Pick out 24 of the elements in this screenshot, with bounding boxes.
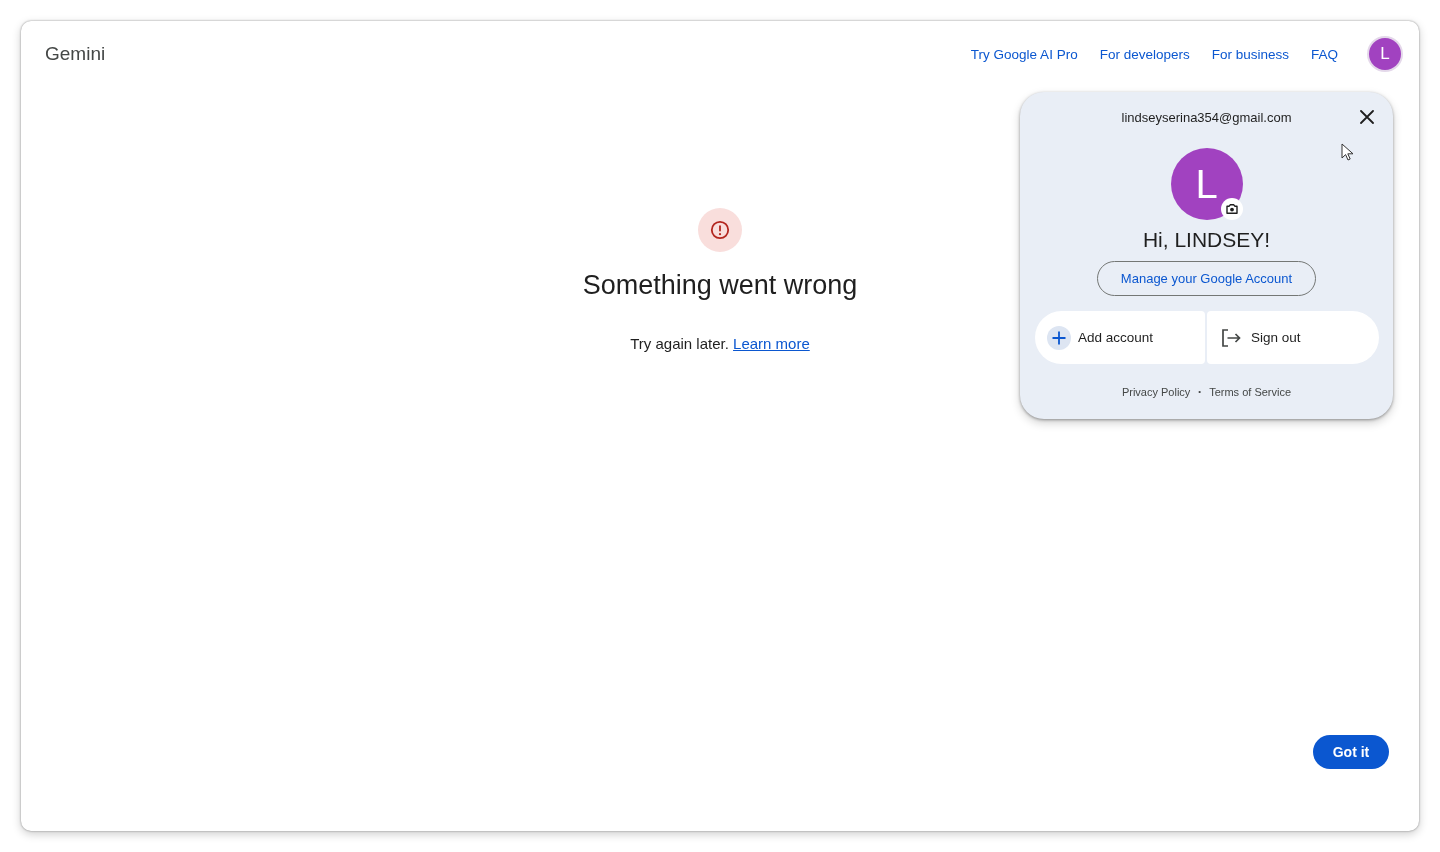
footer-link[interactable]: Terms of Service	[1209, 385, 1292, 399]
separator-dot: •	[1198, 386, 1202, 398]
nav-link[interactable]: Try Google AI Pro	[970, 46, 1078, 62]
nav-link[interactable]: FAQ	[1311, 46, 1338, 62]
account-email: lindseyserina354@gmail.com	[1120, 109, 1293, 125]
learn-more-link[interactable]: Learn more	[733, 335, 810, 352]
error-icon	[698, 208, 742, 252]
plus-icon	[1047, 325, 1071, 350]
nav-link[interactable]: For developers	[1099, 46, 1190, 62]
gemini-logo: Gemini	[45, 43, 106, 65]
nav-link[interactable]: For business	[1211, 46, 1289, 62]
footer-link[interactable]: Privacy Policy	[1121, 385, 1191, 399]
avatar-button[interactable]: L	[1369, 38, 1401, 70]
error-title: Something went wrong	[582, 269, 858, 302]
greeting: Hi, LINDSEY!	[1142, 227, 1271, 253]
sign-out-icon	[1221, 328, 1241, 347]
sign-out-button[interactable]: Sign out	[1207, 311, 1379, 364]
profile-avatar: L	[1170, 148, 1243, 220]
add-account-button[interactable]: Add account	[1035, 311, 1205, 364]
camera-icon[interactable]	[1220, 198, 1243, 220]
close-icon	[1360, 110, 1374, 124]
mouse-pointer-icon	[1341, 143, 1353, 161]
got-it-button[interactable]: Got it	[1313, 735, 1389, 769]
error-message: Try again later. Learn more	[630, 334, 810, 354]
